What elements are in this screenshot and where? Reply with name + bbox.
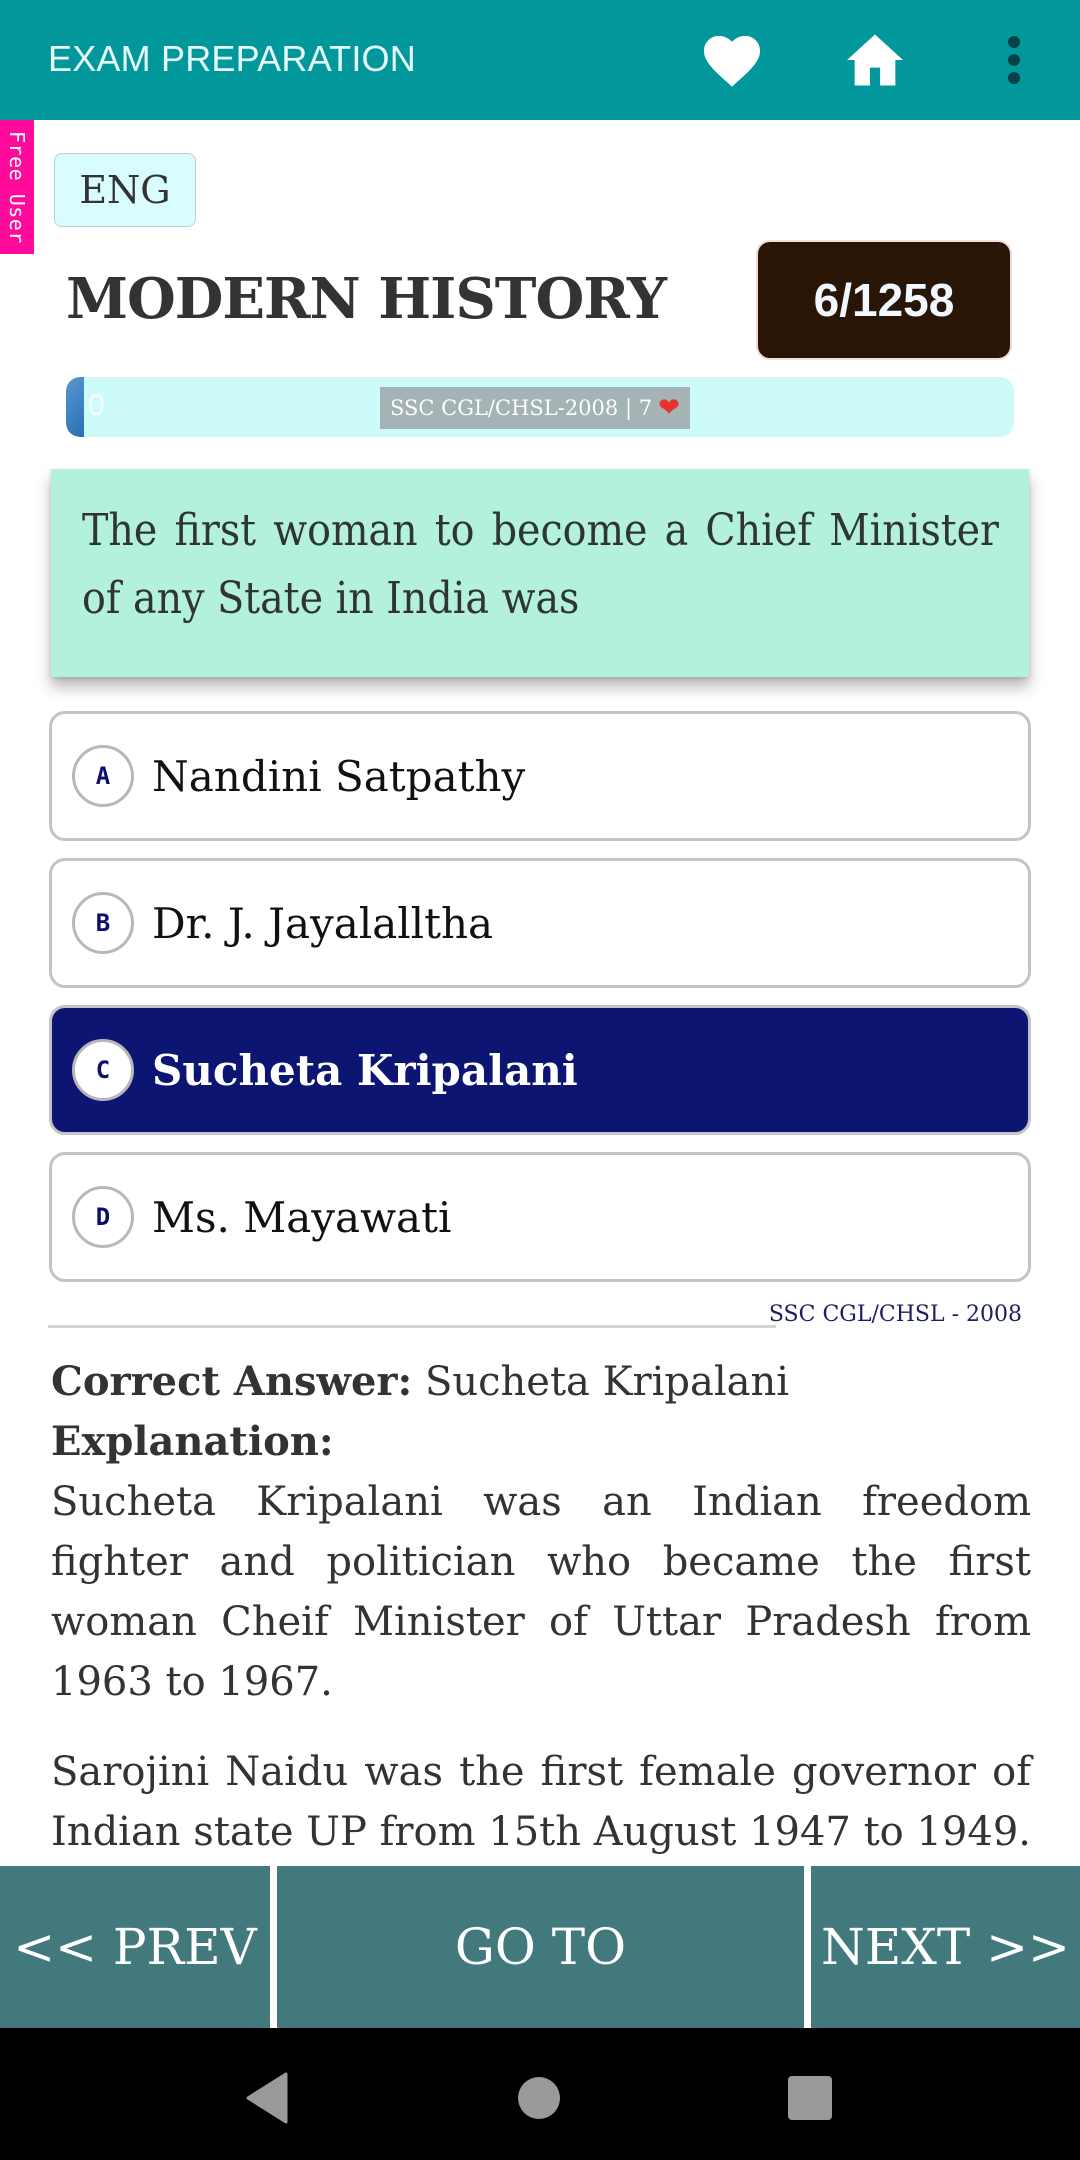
home-circle-icon bbox=[518, 2077, 560, 2119]
question-navigation: << PREV GO TO NEXT >> bbox=[0, 1866, 1080, 2028]
app-bar: EXAM PREPARATION bbox=[0, 0, 1080, 120]
next-button[interactable]: NEXT >> bbox=[811, 1866, 1080, 2028]
progress-value: 0 bbox=[88, 389, 105, 422]
heart-icon bbox=[704, 35, 760, 87]
more-vert-icon bbox=[1008, 36, 1020, 84]
back-triangle-icon bbox=[246, 2072, 288, 2124]
recents-square-icon bbox=[788, 2076, 832, 2120]
system-back-button[interactable] bbox=[237, 2068, 297, 2128]
question-card: The first woman to become a Chief Minist… bbox=[51, 469, 1029, 677]
home-icon bbox=[847, 34, 903, 86]
option-text: Dr. J. Jayalalltha bbox=[152, 898, 494, 948]
source-label: SSC CGL/CHSL - 2008 bbox=[768, 1302, 1022, 1327]
overflow-menu-button[interactable] bbox=[982, 28, 1046, 92]
prev-button[interactable]: << PREV bbox=[0, 1866, 270, 2028]
goto-button[interactable]: GO TO bbox=[277, 1866, 804, 2028]
progress-bar: 0 SSC CGL/CHSL-2008 | 7 ❤ bbox=[66, 377, 1014, 437]
option-letter: A bbox=[72, 745, 134, 807]
progress-fill bbox=[66, 377, 84, 437]
system-navigation-bar bbox=[0, 2028, 1080, 2160]
explanation-paragraph: Sucheta Kripalani was an Indian freedom … bbox=[51, 1479, 1031, 1705]
option-text: Sucheta Kripalani bbox=[152, 1045, 578, 1095]
app-title: EXAM PREPARATION bbox=[48, 38, 416, 79]
option-a[interactable]: A Nandini Satpathy bbox=[49, 711, 1031, 841]
option-text: Ms. Mayawati bbox=[152, 1192, 452, 1242]
explanation-label: Explanation: bbox=[51, 1418, 334, 1465]
home-button[interactable] bbox=[843, 28, 907, 92]
heart-icon: ❤ bbox=[658, 393, 680, 423]
question-text: The first woman to become a Chief Minist… bbox=[82, 505, 999, 624]
free-user-label: Free User bbox=[5, 130, 29, 244]
favorite-button[interactable] bbox=[700, 28, 764, 92]
option-letter: C bbox=[72, 1039, 134, 1101]
question-counter: 6/1258 bbox=[756, 240, 1012, 360]
option-letter: D bbox=[72, 1186, 134, 1248]
exam-source-tag-text: SSC CGL/CHSL-2008 | 7 bbox=[390, 396, 653, 420]
system-home-button[interactable] bbox=[509, 2068, 569, 2128]
correct-answer-line: Correct Answer: Sucheta Kripalani bbox=[51, 1352, 1031, 1412]
option-c[interactable]: C Sucheta Kripalani bbox=[49, 1005, 1031, 1135]
option-b[interactable]: B Dr. J. Jayalalltha bbox=[49, 858, 1031, 988]
language-toggle-button[interactable]: ENG bbox=[54, 153, 196, 227]
option-letter: B bbox=[72, 892, 134, 954]
option-d[interactable]: D Ms. Mayawati bbox=[49, 1152, 1031, 1282]
correct-answer-label: Correct Answer: bbox=[51, 1358, 413, 1405]
divider bbox=[48, 1325, 776, 1328]
system-recents-button[interactable] bbox=[780, 2068, 840, 2128]
free-user-badge: Free User bbox=[0, 120, 34, 254]
correct-answer-value: Sucheta Kripalani bbox=[412, 1359, 790, 1405]
exam-source-tag: SSC CGL/CHSL-2008 | 7 ❤ bbox=[380, 387, 690, 429]
answer-explanation: Correct Answer: Sucheta Kripalani Explan… bbox=[51, 1352, 1031, 1922]
option-text: Nandini Satpathy bbox=[152, 751, 526, 801]
subject-title: MODERN HISTORY bbox=[66, 266, 667, 332]
